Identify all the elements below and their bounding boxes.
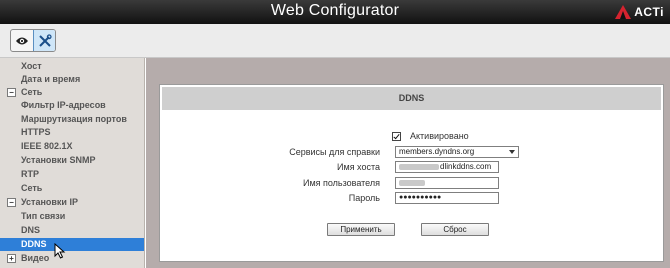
sidebar-item-label: Тип связи: [21, 211, 66, 221]
sidebar-item-label: HTTPS: [21, 127, 51, 137]
redacted-text: [399, 163, 439, 170]
sidebar-item-host[interactable]: Хост: [0, 60, 144, 73]
ddns-settings-panel: DDNS Активировано Сервисы для справки me…: [159, 84, 664, 262]
sidebar-item-label: RTP: [21, 169, 39, 179]
sidebar-item-label: Установки SNMP: [21, 155, 96, 165]
password-label: Пароль: [348, 193, 380, 203]
sidebar-item-ip-filter[interactable]: Фильтр IP-адресов: [0, 99, 144, 112]
sidebar-item-label: Фильтр IP-адресов: [21, 100, 106, 110]
main-panel: DDNS Активировано Сервисы для справки me…: [146, 58, 670, 268]
tools-icon: [38, 33, 52, 47]
sidebar-item-date-time[interactable]: Дата и время: [0, 73, 144, 86]
toolbar: [0, 24, 670, 58]
apply-button[interactable]: Применить: [327, 223, 395, 236]
expand-icon[interactable]: +: [7, 254, 16, 263]
sidebar-item-snmp[interactable]: Установки SNMP: [0, 154, 144, 167]
sidebar-item-ieee8021x[interactable]: IEEE 802.1X: [0, 140, 144, 153]
mode-switch: [10, 29, 56, 52]
mouse-pointer-icon: [54, 243, 66, 259]
username-label: Имя пользователя: [302, 178, 380, 188]
app-title: Web Configurator: [270, 2, 400, 19]
sidebar-item-label: DDNS: [21, 239, 47, 249]
sidebar-item-label: Видео: [21, 253, 50, 263]
sidebar-item-connection-type[interactable]: Тип связи: [0, 210, 144, 223]
collapse-icon[interactable]: −: [7, 88, 16, 97]
service-value: members.dyndns.org: [399, 147, 475, 156]
live-view-button[interactable]: [11, 30, 33, 51]
hostname-label: Имя хоста: [337, 162, 380, 172]
sidebar: Хост Дата и время − Сеть Фильтр IP-адрес…: [0, 58, 145, 268]
hostname-input[interactable]: dlinkddns.com: [395, 161, 499, 173]
title-bar: Web Configurator ACTi: [0, 0, 670, 24]
setup-button[interactable]: [33, 30, 55, 51]
sidebar-item-ddns[interactable]: DDNS: [0, 238, 144, 251]
sidebar-item-label: DNS: [21, 225, 41, 235]
checkmark-icon: [393, 132, 400, 140]
chevron-down-icon: [509, 150, 515, 154]
acti-logo-icon: [615, 5, 632, 19]
sidebar-item-label: IEEE 802.1X: [21, 141, 73, 151]
sidebar-item-label: Дата и время: [21, 74, 81, 84]
panel-header: DDNS: [162, 87, 661, 110]
eye-icon: [16, 37, 28, 44]
sidebar-group-video[interactable]: + Видео: [0, 252, 144, 265]
reset-button[interactable]: Сброс: [421, 223, 489, 236]
sidebar-item-label: Хост: [21, 61, 42, 71]
sidebar-item-label: Сеть: [21, 183, 43, 193]
sidebar-item-https[interactable]: HTTPS: [0, 126, 144, 139]
collapse-icon[interactable]: −: [7, 198, 16, 207]
sidebar-group-network[interactable]: − Сеть: [0, 86, 144, 99]
sidebar-item-port-mapping[interactable]: Маршрутизация портов: [0, 113, 144, 126]
ddns-enable-checkbox[interactable]: [392, 132, 401, 141]
logo-text: ACTi: [634, 5, 664, 19]
password-input[interactable]: ●●●●●●●●●●: [395, 192, 499, 204]
sidebar-item-label: Сеть: [21, 87, 43, 97]
sidebar-group-ip-settings[interactable]: − Установки IP: [0, 196, 144, 209]
sidebar-item-network[interactable]: Сеть: [0, 182, 144, 195]
hostname-value: dlinkddns.com: [440, 162, 492, 171]
service-label: Сервисы для справки: [289, 147, 380, 157]
enabled-label: Активировано: [410, 131, 469, 141]
service-select[interactable]: members.dyndns.org: [395, 146, 519, 158]
username-input[interactable]: [395, 177, 499, 189]
sidebar-item-label: Маршрутизация портов: [21, 114, 127, 124]
redacted-text: [399, 179, 425, 186]
acti-logo: ACTi: [615, 4, 664, 20]
sidebar-item-label: Установки IP: [21, 197, 78, 207]
sidebar-item-dns[interactable]: DNS: [0, 224, 144, 237]
sidebar-item-rtp[interactable]: RTP: [0, 168, 144, 181]
